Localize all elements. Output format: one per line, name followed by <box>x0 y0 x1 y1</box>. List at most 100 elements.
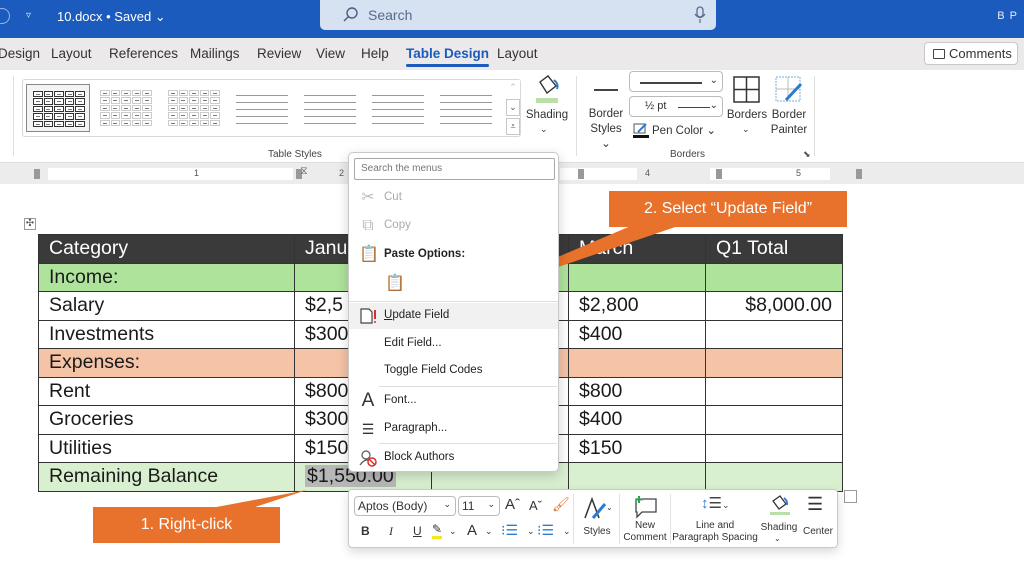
table-style-4[interactable] <box>230 84 294 132</box>
ruler-marker[interactable] <box>34 169 40 179</box>
tab-review[interactable]: Review <box>257 46 301 61</box>
menu-item-block-authors[interactable]: Block Authors <box>349 445 558 471</box>
menu-item-font[interactable]: A Font... <box>349 388 558 414</box>
chevron-down-icon[interactable]: ⌄ <box>527 526 535 537</box>
table-cell[interactable]: Utilities <box>38 433 295 463</box>
table-cell[interactable]: $800 <box>568 376 706 406</box>
table-cell[interactable] <box>705 462 843 492</box>
table-style-5[interactable] <box>298 84 362 132</box>
header-cell[interactable]: Category <box>38 234 295 264</box>
customize-quick-access-icon[interactable]: ▿ <box>26 10 31 21</box>
table-cell[interactable]: $400 <box>568 319 706 349</box>
numbering-icon[interactable]: ⁝☰ <box>537 522 554 539</box>
table-cell[interactable]: Expenses: <box>38 348 295 378</box>
menu-item-update-field[interactable]: Update Field <box>349 303 558 329</box>
table-cell[interactable]: Investments <box>38 319 295 349</box>
table-style-2[interactable] <box>94 84 158 132</box>
menu-item-edit-field[interactable]: Edit Field... <box>349 331 558 357</box>
table-cell[interactable] <box>705 348 843 378</box>
tab-references[interactable]: References <box>109 46 178 61</box>
table-cell[interactable]: Groceries <box>38 405 295 435</box>
table-style-grid[interactable] <box>26 84 90 132</box>
new-comment-button[interactable]: New Comment <box>620 494 670 544</box>
pen-color-button[interactable]: Pen Color ⌄ <box>633 122 716 140</box>
table-cell[interactable] <box>568 348 706 378</box>
center-button[interactable]: ☰ Center <box>799 494 837 544</box>
table-cell[interactable] <box>705 376 843 406</box>
bullets-icon[interactable]: ⁝☰ <box>501 522 518 539</box>
table-cell[interactable]: Salary <box>38 291 295 321</box>
font-size-dropdown[interactable]: 11 ⌄ <box>458 496 500 516</box>
search-box[interactable]: Search <box>320 0 716 30</box>
ribbon-divider <box>13 76 14 156</box>
border-painter-button[interactable]: Border Painter <box>768 74 810 140</box>
table-cell[interactable]: Income: <box>38 262 295 292</box>
chevron-down-icon[interactable]: ⌄ <box>449 526 457 537</box>
comments-button[interactable]: Comments <box>924 42 1018 65</box>
menu-item-copy[interactable]: ⧉ Copy <box>349 213 558 239</box>
tab-mailings[interactable]: Mailings <box>190 46 240 61</box>
table-cell[interactable] <box>705 405 843 435</box>
gallery-scroll-up[interactable]: ⌃ <box>506 80 520 97</box>
table-cell[interactable] <box>705 433 843 463</box>
document-title[interactable]: 10.docx • Saved ⌄ <box>57 9 166 25</box>
tab-view[interactable]: View <box>316 46 345 61</box>
line-paragraph-spacing-button[interactable]: ↕☰⌄ Line and Paragraph Spacing <box>671 494 759 544</box>
paste-keep-text-button[interactable]: 📋 <box>385 273 407 295</box>
shading-button[interactable]: Shading ⌄ <box>524 74 570 144</box>
table-move-handle-icon[interactable]: ✣ <box>24 218 36 230</box>
gallery-scroll-down[interactable]: ⌄ <box>506 99 520 116</box>
indent-marker-icon[interactable]: ⧖ <box>300 165 308 178</box>
table-cell[interactable]: Rent <box>38 376 295 406</box>
gallery-expand[interactable]: ⩡ <box>506 118 520 135</box>
borders-dialog-launcher-icon[interactable]: ⬊ <box>803 149 811 160</box>
italic-button[interactable]: I <box>389 524 393 539</box>
tab-layout[interactable]: Layout <box>51 46 92 61</box>
line-weight-dropdown[interactable]: ½ pt ⌄ <box>629 96 723 117</box>
microphone-icon[interactable] <box>694 6 706 24</box>
format-painter-icon[interactable]: 🖌 <box>552 496 570 513</box>
line-style-dropdown[interactable]: ⌄ <box>629 71 723 92</box>
border-styles-button[interactable]: Border Styles ⌄ <box>584 76 628 150</box>
font-name-dropdown[interactable]: Aptos (Body) ⌄ <box>354 496 456 516</box>
menu-item-toggle-field-codes[interactable]: Toggle Field Codes <box>349 358 558 384</box>
table-cell[interactable]: Remaining Balance <box>38 462 295 492</box>
chevron-down-icon[interactable]: ⌄ <box>563 526 571 537</box>
tab-design[interactable]: Design <box>0 46 40 61</box>
table-cell[interactable]: $2,800 <box>568 291 706 321</box>
table-cell[interactable] <box>705 319 843 349</box>
ruler-marker[interactable] <box>716 169 722 179</box>
header-cell[interactable]: Q1 Total <box>705 234 843 264</box>
shrink-font-icon[interactable]: Aˇ <box>529 498 542 513</box>
ruler-marker[interactable] <box>578 169 584 179</box>
table-style-3[interactable] <box>162 84 226 132</box>
table-cell[interactable] <box>705 262 843 292</box>
chevron-down-icon[interactable]: ⌄ <box>485 526 493 537</box>
undo-icon[interactable] <box>0 8 10 24</box>
table-cell[interactable] <box>568 462 706 492</box>
shading-mini-button[interactable]: Shading ⌄ <box>759 494 799 544</box>
menu-item-cut[interactable]: ✂ Cut <box>349 185 558 211</box>
borders-button[interactable]: Borders ⌄ <box>726 74 768 140</box>
grow-font-icon[interactable]: Aˆ <box>505 496 520 513</box>
table-cell[interactable]: $400 <box>568 405 706 435</box>
tab-table-design[interactable]: Table Design <box>406 46 490 67</box>
font-color-icon[interactable]: A <box>467 522 477 539</box>
table-cell[interactable] <box>568 262 706 292</box>
menu-item-paragraph[interactable]: ☰ Paragraph... <box>349 416 558 442</box>
table-cell[interactable]: $150 <box>568 433 706 463</box>
menu-search-input[interactable]: Search the menus <box>354 158 555 180</box>
table-cell[interactable]: $8,000.00 <box>705 291 843 321</box>
underline-button[interactable]: U <box>413 524 422 538</box>
table-style-7[interactable] <box>434 84 498 132</box>
header-cell[interactable]: March <box>568 234 706 264</box>
bold-button[interactable]: B <box>361 524 370 538</box>
table-style-6[interactable] <box>366 84 430 132</box>
styles-button[interactable]: ⌄ Styles <box>575 494 619 544</box>
user-initials[interactable]: B P <box>997 10 1018 22</box>
tab-table-layout[interactable]: Layout <box>497 46 538 61</box>
ruler-marker[interactable] <box>856 169 862 179</box>
table-resize-handle[interactable] <box>844 490 857 503</box>
tab-help[interactable]: Help <box>361 46 389 61</box>
highlight-color-icon[interactable]: ✎ <box>432 522 443 539</box>
